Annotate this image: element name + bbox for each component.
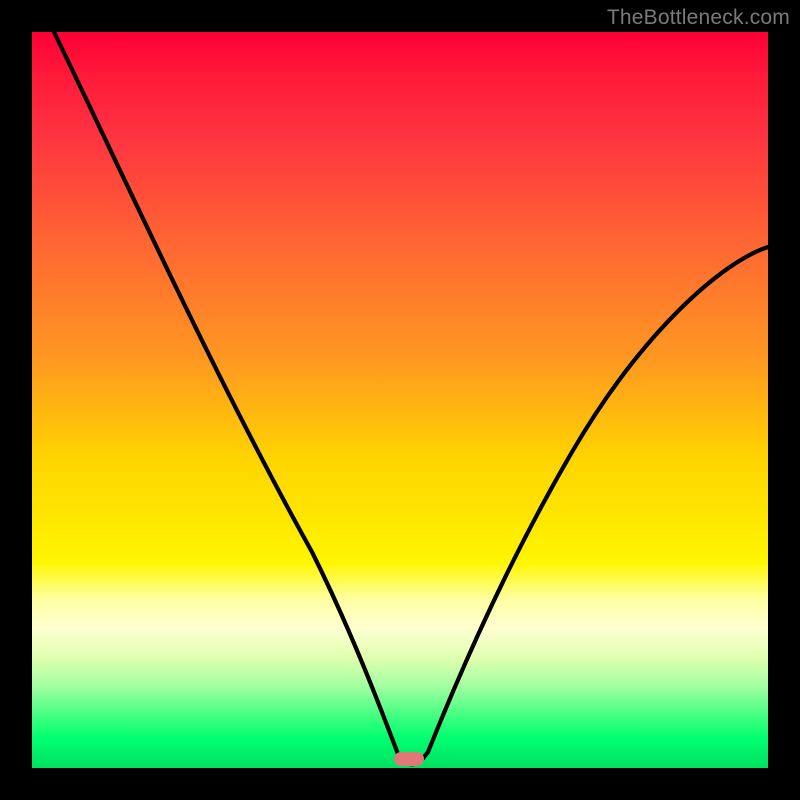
watermark-text: TheBottleneck.com	[607, 6, 790, 30]
plot-area	[32, 32, 768, 768]
chart-frame: TheBottleneck.com	[0, 0, 800, 800]
bottleneck-curve	[32, 32, 768, 768]
optimum-marker	[394, 752, 424, 766]
